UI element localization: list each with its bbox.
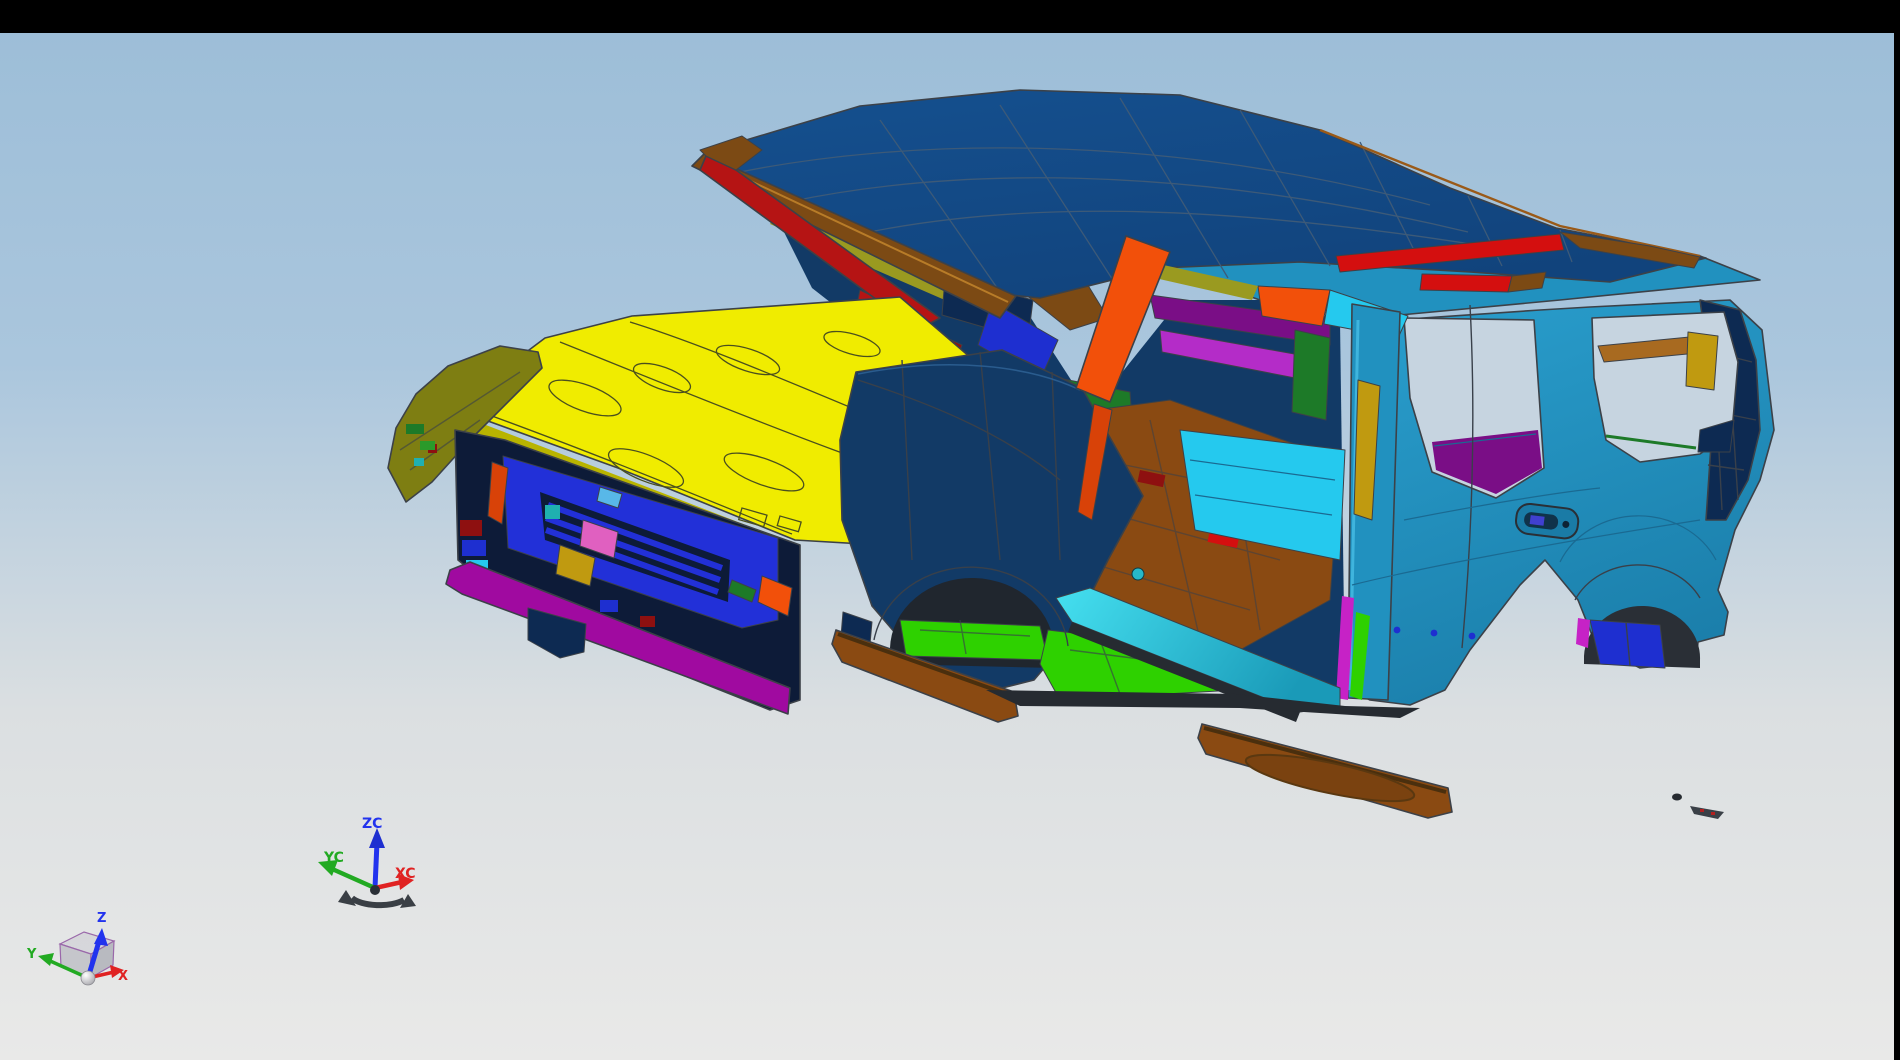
view-y-label: Y bbox=[26, 947, 37, 962]
debris-red-speck bbox=[1711, 812, 1715, 815]
door-window-header-red bbox=[1420, 274, 1512, 292]
fender-teal-bit bbox=[414, 458, 424, 466]
rivet-dot bbox=[1394, 627, 1401, 634]
wcs-y-label: YC bbox=[323, 850, 344, 866]
right-black-bar bbox=[1894, 0, 1900, 1060]
wcs-x-label: XC bbox=[395, 866, 416, 882]
application-window: ZC YC XC Z Y X bbox=[0, 0, 1900, 1060]
graphics-area: ZC YC XC Z Y X bbox=[0, 0, 1900, 1060]
wcs-z-label: ZC bbox=[362, 816, 382, 832]
front-red-bit bbox=[640, 616, 655, 627]
wcs-origin[interactable] bbox=[370, 885, 380, 895]
rivet-dot bbox=[1431, 630, 1438, 637]
rear-arch-magenta-bit bbox=[1576, 618, 1590, 648]
view-origin-ball bbox=[81, 971, 95, 985]
view-z-label: Z bbox=[97, 911, 106, 926]
wcs-z-axis[interactable] bbox=[375, 842, 377, 888]
top-black-bar bbox=[0, 0, 1900, 33]
fender-green-bit bbox=[406, 424, 424, 434]
front-blue-bit bbox=[600, 600, 618, 612]
view-x-label: X bbox=[118, 969, 128, 984]
hinge-bracket bbox=[1686, 332, 1718, 390]
fender-green-bit-2 bbox=[420, 441, 435, 450]
debris-fragment-small[interactable] bbox=[1672, 794, 1682, 801]
debris-red-speck bbox=[1700, 809, 1704, 812]
fender-cyan-plug bbox=[1132, 568, 1144, 580]
door-inner-green-strip bbox=[1292, 330, 1330, 420]
splash-tray-front[interactable] bbox=[900, 620, 1048, 660]
rivet-dot bbox=[1469, 633, 1476, 640]
front-teal-bit bbox=[545, 505, 560, 519]
